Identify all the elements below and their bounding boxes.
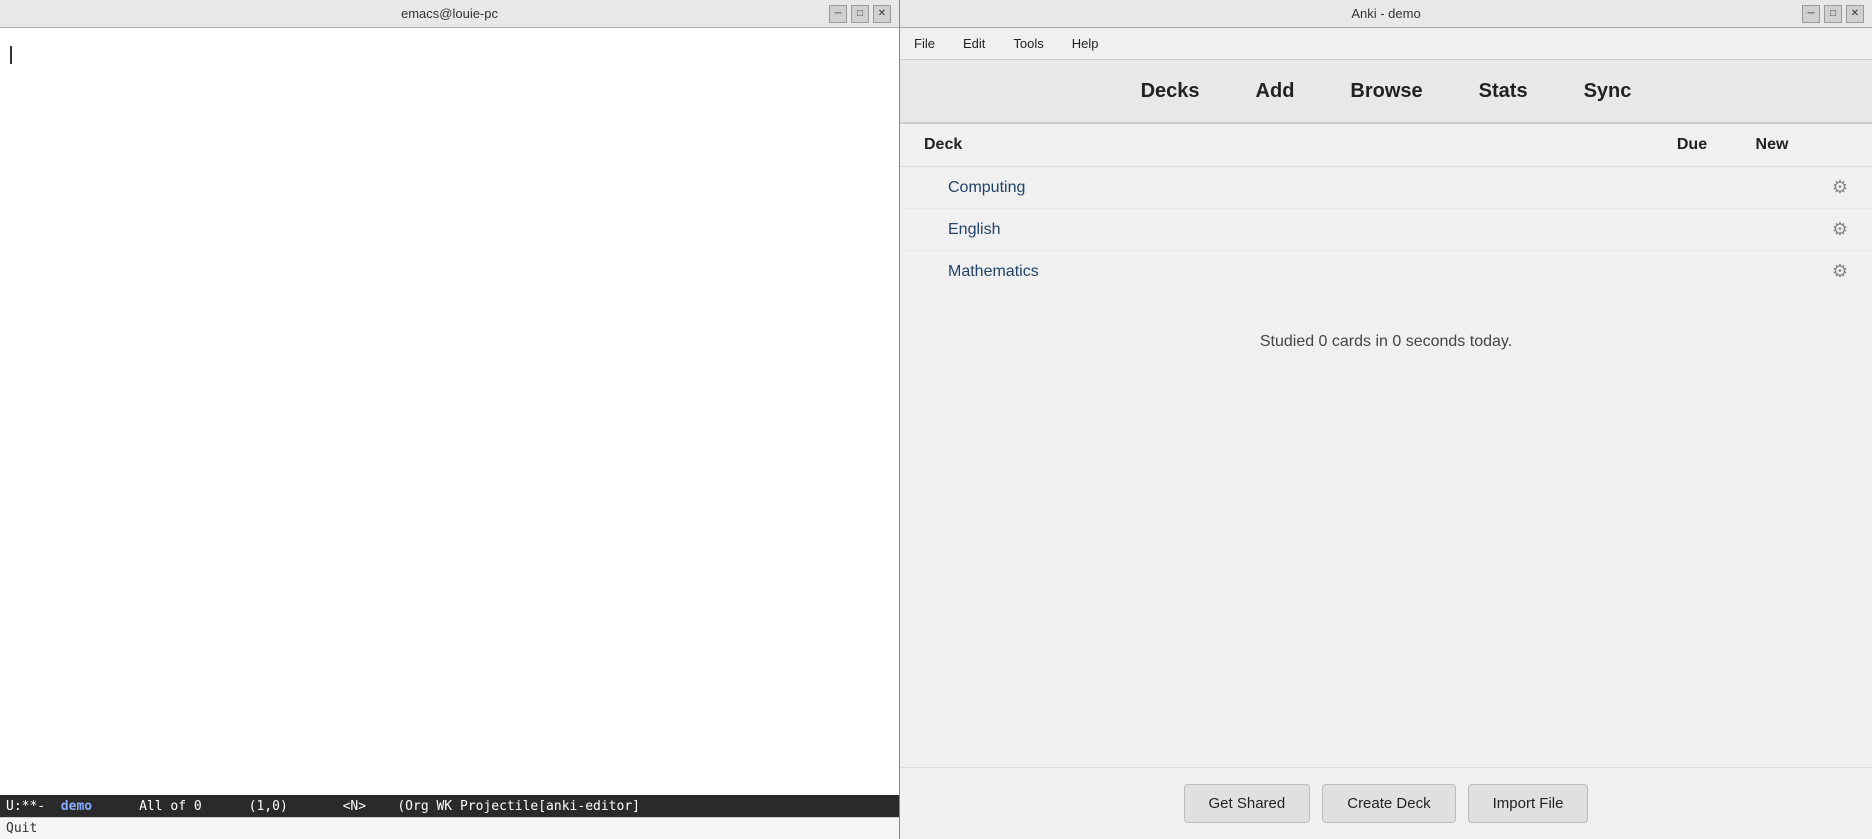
deck-rows: Computing ⚙ English ⚙ Mathematics ⚙ — [900, 167, 1872, 293]
footer-btn-get-shared[interactable]: Get Shared — [1184, 784, 1311, 823]
anki-titlebar: Anki - demo ─ □ ✕ — [900, 0, 1872, 28]
toolbar-btn-browse[interactable]: Browse — [1338, 72, 1434, 111]
table-row[interactable]: Computing ⚙ — [900, 167, 1872, 209]
emacs-status-prefix: U:**- — [6, 799, 61, 814]
anki-title: Anki - demo — [1351, 6, 1420, 21]
emacs-window: emacs@louie-pc ─ □ ✕ U:**- demo All of 0… — [0, 0, 900, 839]
anki-window-controls: ─ □ ✕ — [1802, 5, 1864, 23]
gear-icon[interactable]: ⚙ — [1812, 219, 1848, 240]
footer-btn-create-deck[interactable]: Create Deck — [1322, 784, 1455, 823]
gear-icon[interactable]: ⚙ — [1812, 177, 1848, 198]
emacs-maximize-button[interactable]: □ — [851, 5, 869, 23]
emacs-body[interactable] — [0, 28, 899, 795]
deck-name: Mathematics — [948, 263, 1652, 281]
emacs-statusbar: U:**- demo All of 0 (1,0) <N> (Org WK Pr… — [0, 795, 899, 817]
menu-item-edit[interactable]: Edit — [957, 32, 991, 55]
anki-toolbar: Decks Add Browse Stats Sync — [900, 60, 1872, 124]
anki-close-button[interactable]: ✕ — [1846, 5, 1864, 23]
footer-btn-import-file[interactable]: Import File — [1468, 784, 1589, 823]
anki-window: Anki - demo ─ □ ✕ File Edit Tools Help Deck… — [900, 0, 1872, 839]
emacs-window-controls: ─ □ ✕ — [829, 5, 891, 23]
anki-footer: Get Shared Create Deck Import File — [900, 767, 1872, 839]
menu-item-help[interactable]: Help — [1066, 32, 1105, 55]
emacs-titlebar: emacs@louie-pc ─ □ ✕ — [0, 0, 899, 28]
gear-icon[interactable]: ⚙ — [1812, 261, 1848, 282]
emacs-status-rest: All of 0 (1,0) <N> (Org WK Projectile[an… — [92, 799, 640, 814]
toolbar-btn-sync[interactable]: Sync — [1572, 72, 1644, 111]
menu-item-file[interactable]: File — [908, 32, 941, 55]
toolbar-btn-stats[interactable]: Stats — [1467, 72, 1540, 111]
table-row[interactable]: Mathematics ⚙ — [900, 251, 1872, 293]
emacs-minibuffer-text: Quit — [6, 821, 37, 836]
table-row[interactable]: English ⚙ — [900, 209, 1872, 251]
due-column-header: Due — [1652, 136, 1732, 154]
anki-maximize-button[interactable]: □ — [1824, 5, 1842, 23]
deck-name: Computing — [948, 179, 1652, 197]
anki-main: Deck Due New Computing⚙English⚙Mathemati… — [900, 124, 1872, 767]
studied-text: Studied 0 cards in 0 seconds today. — [900, 293, 1872, 391]
deck-name: English — [948, 221, 1652, 239]
emacs-title: emacs@louie-pc — [401, 6, 498, 21]
emacs-close-button[interactable]: ✕ — [873, 5, 891, 23]
deck-list-header: Deck Due New — [900, 124, 1872, 167]
toolbar-btn-decks[interactable]: Decks — [1129, 72, 1212, 111]
emacs-minimize-button[interactable]: ─ — [829, 5, 847, 23]
emacs-status-demo: demo — [61, 799, 92, 814]
emacs-cursor — [10, 46, 12, 64]
new-column-header: New — [1732, 136, 1812, 154]
menu-item-tools[interactable]: Tools — [1007, 32, 1049, 55]
anki-menubar: File Edit Tools Help — [900, 28, 1872, 60]
emacs-minibuffer: Quit — [0, 817, 899, 839]
deck-column-header: Deck — [924, 136, 1652, 154]
toolbar-btn-add[interactable]: Add — [1244, 72, 1307, 111]
anki-minimize-button[interactable]: ─ — [1802, 5, 1820, 23]
